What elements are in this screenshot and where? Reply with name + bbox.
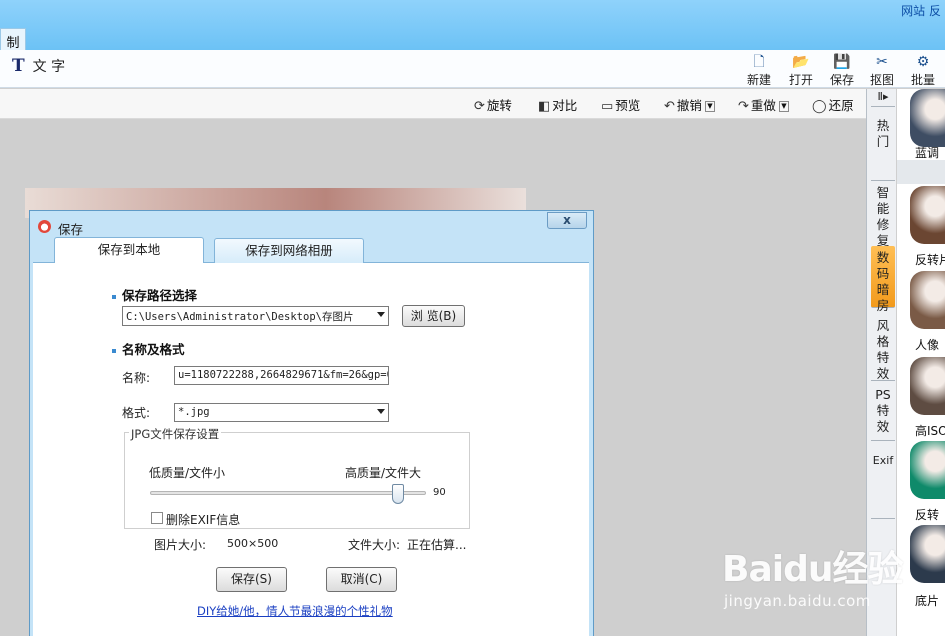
- dialog-title: 保存: [58, 222, 84, 237]
- undo-label: 撤销: [676, 98, 702, 113]
- compare-label: 对比: [552, 98, 578, 113]
- tab-save-local[interactable]: 保存到本地: [54, 237, 204, 263]
- side-tab-exif[interactable]: Exif: [871, 449, 895, 519]
- title-bar: [0, 0, 945, 50]
- name-label: 名称:: [122, 371, 151, 385]
- cutout-label: 抠图: [869, 73, 894, 87]
- thumb-label: 蓝调: [915, 146, 940, 160]
- side-tab-ps-effects[interactable]: PS特效: [871, 383, 895, 441]
- undo-button[interactable]: ↶ 撤销 ▼: [664, 95, 715, 114]
- image-size-label: 图片大小:: [154, 538, 207, 552]
- save-path-select[interactable]: C:\Users\Administrator\Desktop\存图片: [122, 306, 389, 326]
- preview-icon: ▭: [601, 99, 614, 114]
- thumb-negative[interactable]: [910, 525, 945, 583]
- compare-button[interactable]: ◧ 对比: [538, 95, 577, 114]
- batch-label: 批量: [910, 73, 935, 87]
- format-select[interactable]: *.jpg: [174, 403, 389, 422]
- rotate-icon: ⟳: [474, 99, 485, 114]
- chevron-down-icon: [377, 409, 385, 414]
- file-name-input[interactable]: u=1180722288,2664829671&fm=26&gp=0_: [174, 366, 389, 385]
- thumb-blue-tone[interactable]: [910, 89, 945, 147]
- save-button[interactable]: 保存(S): [216, 567, 287, 592]
- redo-icon: ↷: [738, 99, 749, 114]
- new-label: 新建: [746, 73, 771, 87]
- thumb-label: 人像: [915, 338, 940, 352]
- restore-label: 还原: [828, 98, 854, 113]
- collapse-panel-icon[interactable]: Ⅱ▸: [871, 89, 895, 107]
- restore-icon: ◯: [812, 99, 827, 114]
- watermark-logo: Baidu经验: [722, 549, 903, 590]
- cutout-icon: ✂: [876, 54, 888, 70]
- thumb-label: 反转片: [915, 253, 945, 267]
- side-tab-hot[interactable]: 热门: [871, 113, 895, 181]
- preview-button[interactable]: ▭ 预览: [601, 95, 640, 114]
- path-section-heading: 保存路径选择: [112, 285, 197, 304]
- remove-exif-checkbox[interactable]: [151, 512, 163, 524]
- quality-value: 90: [433, 487, 446, 498]
- low-quality-label: 低质量/文件小: [149, 466, 226, 480]
- new-file-icon: 🗋: [753, 54, 765, 70]
- watermark-url: jingyan.baidu.com: [724, 592, 871, 610]
- save-path-value: C:\Users\Administrator\Desktop\存图片: [126, 311, 354, 323]
- format-label: 格式:: [122, 406, 151, 420]
- side-tab-style-effects[interactable]: 风格特效: [871, 315, 895, 381]
- compare-icon: ◧: [538, 99, 551, 114]
- text-tool-button[interactable]: T文 字: [12, 56, 65, 76]
- tab-save-web-album[interactable]: 保存到网络相册: [214, 238, 364, 263]
- file-size-value: 正在估算...: [407, 538, 467, 552]
- thumb-reversal-film[interactable]: [910, 186, 945, 244]
- text-tool-label: 文 字: [32, 59, 66, 75]
- tab-make[interactable]: 制作: [0, 28, 26, 70]
- browse-button[interactable]: 浏 览(B): [402, 305, 465, 327]
- batch-button[interactable]: ⚙ 批量: [903, 54, 943, 88]
- redo-label: 重做: [750, 98, 776, 113]
- preview-label: 预览: [615, 98, 641, 113]
- side-tab-darkroom[interactable]: 数码暗房: [871, 246, 895, 313]
- remove-exif-label: 删除EXIF信息: [166, 513, 241, 527]
- side-tab-smart-repair[interactable]: 智能修复: [871, 183, 895, 251]
- batch-gear-icon: ⚙: [916, 54, 930, 70]
- app-logo-icon: [38, 220, 51, 233]
- thumb-portrait[interactable]: [910, 271, 945, 329]
- quality-slider[interactable]: [150, 491, 426, 495]
- redo-dropdown-icon[interactable]: ▼: [778, 101, 789, 112]
- restore-button[interactable]: ◯ 还原: [812, 95, 854, 114]
- undo-icon: ↶: [664, 99, 675, 114]
- cancel-button[interactable]: 取消(C): [326, 567, 397, 592]
- cutout-button[interactable]: ✂ 抠图: [862, 54, 902, 88]
- name-section-heading: 名称及格式: [112, 339, 185, 358]
- thumb-label: 反转: [915, 508, 940, 522]
- top-links[interactable]: 网站 反: [901, 2, 941, 19]
- image-size-value: 500×500: [227, 537, 279, 550]
- edit-toolbar: [0, 89, 866, 119]
- thumb-label: 高ISO: [915, 424, 945, 438]
- close-button[interactable]: x: [547, 212, 587, 229]
- redo-button[interactable]: ↷ 重做 ▼: [738, 95, 789, 114]
- chevron-down-icon: [377, 312, 385, 317]
- promo-link[interactable]: DIY给她/他，情人节最浪漫的个性礼物: [197, 603, 393, 619]
- text-tool-icon: T: [12, 56, 25, 76]
- open-button[interactable]: 📂 打开: [781, 54, 821, 88]
- thumb-reversal[interactable]: [910, 441, 945, 499]
- quality-slider-handle[interactable]: [392, 484, 404, 504]
- save-toolbar-button[interactable]: 💾 保存: [822, 54, 862, 88]
- high-quality-label: 高质量/文件大: [345, 466, 422, 480]
- new-button[interactable]: 🗋 新建: [739, 54, 779, 88]
- rotate-button[interactable]: ⟳ 旋转: [474, 95, 512, 114]
- save-icon: 💾: [833, 54, 851, 70]
- thumb-label: 底片: [915, 594, 940, 608]
- open-label: 打开: [788, 73, 813, 87]
- thumb-high-iso[interactable]: [910, 357, 945, 415]
- format-value: *.jpg: [178, 406, 210, 418]
- save-toolbar-label: 保存: [829, 73, 854, 87]
- thumb-separator: [897, 160, 945, 184]
- jpg-settings-title: JPG文件保存设置: [129, 426, 222, 442]
- open-folder-icon: 📂: [792, 54, 810, 70]
- undo-dropdown-icon[interactable]: ▼: [704, 101, 715, 112]
- file-size-label: 文件大小:: [348, 538, 401, 552]
- rotate-label: 旋转: [486, 98, 512, 113]
